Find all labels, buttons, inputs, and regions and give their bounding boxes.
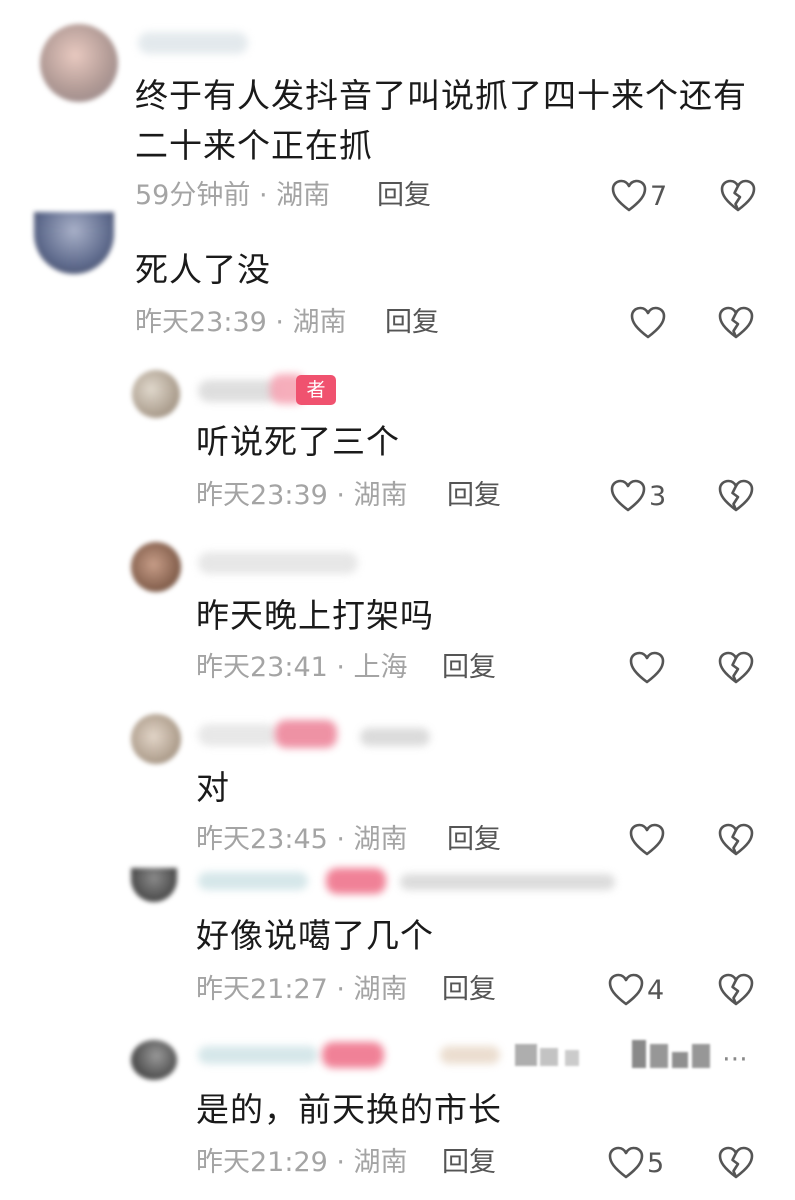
username[interactable] bbox=[198, 872, 308, 890]
pixelated-block bbox=[672, 1052, 688, 1068]
author-badge-blurred bbox=[322, 1042, 384, 1068]
dislike-button[interactable] bbox=[718, 306, 754, 344]
broken-heart-icon bbox=[720, 179, 756, 212]
username[interactable] bbox=[198, 1046, 318, 1064]
comment-text: 昨天晚上打架吗 bbox=[196, 596, 434, 635]
heart-outline-icon bbox=[610, 479, 646, 512]
avatar[interactable] bbox=[40, 24, 118, 102]
comment-meta: 昨天23:41 · 上海 bbox=[196, 652, 408, 683]
author-badge: 者 bbox=[296, 375, 336, 405]
reply-button[interactable]: 回复 bbox=[442, 648, 496, 688]
dislike-button[interactable] bbox=[718, 651, 754, 689]
heart-outline-icon bbox=[611, 179, 647, 212]
comment-meta: 昨天23:45 · 湖南 bbox=[196, 824, 408, 855]
dislike-button[interactable] bbox=[720, 179, 756, 217]
heart-outline-icon bbox=[608, 1146, 644, 1179]
pixelated-block bbox=[515, 1044, 537, 1066]
comment-meta: 昨天21:27 · 湖南 bbox=[196, 974, 408, 1005]
avatar[interactable] bbox=[132, 370, 180, 418]
comment-meta: 59分钟前 · 湖南 bbox=[135, 180, 331, 211]
avatar[interactable] bbox=[131, 1040, 177, 1080]
like-button[interactable]: 7 bbox=[611, 176, 667, 216]
like-button[interactable] bbox=[629, 648, 665, 688]
comment-text-line: 终于有人发抖音了叫说抓了四十来个还有 bbox=[135, 76, 747, 115]
broken-heart-icon bbox=[718, 306, 754, 339]
like-button[interactable]: 5 bbox=[608, 1143, 664, 1183]
reply-button[interactable]: 回复 bbox=[447, 820, 501, 860]
like-button[interactable]: 3 bbox=[610, 476, 666, 516]
pixelated-block bbox=[632, 1040, 646, 1068]
comment-text: 死人了没 bbox=[135, 250, 271, 289]
username[interactable] bbox=[198, 724, 278, 746]
pixelated-block bbox=[692, 1044, 710, 1068]
broken-heart-icon bbox=[718, 651, 754, 684]
more-icon[interactable]: ⋯ bbox=[722, 1044, 748, 1074]
pixelated-block bbox=[540, 1048, 558, 1066]
heart-outline-icon bbox=[608, 973, 644, 1006]
comment-text-line: 二十来个正在抓 bbox=[135, 126, 373, 165]
like-button[interactable] bbox=[629, 820, 665, 860]
broken-heart-icon bbox=[718, 479, 754, 512]
like-count: 7 bbox=[650, 180, 668, 212]
broken-heart-icon bbox=[718, 823, 754, 856]
reply-button[interactable]: 回复 bbox=[385, 303, 439, 343]
ip-label-blurred bbox=[440, 1046, 500, 1064]
broken-heart-icon bbox=[718, 1146, 754, 1179]
avatar[interactable] bbox=[131, 868, 177, 902]
comment-text: 对 bbox=[196, 768, 230, 807]
reply-button[interactable]: 回复 bbox=[442, 1143, 496, 1183]
comment-meta: 昨天21:29 · 湖南 bbox=[196, 1147, 408, 1178]
like-button[interactable] bbox=[630, 303, 666, 343]
reply-button[interactable]: 回复 bbox=[442, 970, 496, 1010]
pixelated-block bbox=[650, 1044, 668, 1068]
heart-outline-icon bbox=[629, 823, 665, 856]
dislike-button[interactable] bbox=[718, 973, 754, 1011]
comment-meta: 昨天23:39 · 湖南 bbox=[135, 307, 347, 338]
comment-text: 好像说噶了几个 bbox=[196, 916, 434, 955]
dislike-button[interactable] bbox=[718, 823, 754, 861]
reply-button[interactable]: 回复 bbox=[377, 176, 431, 216]
dislike-button[interactable] bbox=[718, 1146, 754, 1184]
username[interactable] bbox=[198, 380, 278, 402]
like-count: 5 bbox=[647, 1147, 665, 1179]
heart-outline-icon bbox=[630, 306, 666, 339]
username[interactable] bbox=[138, 32, 248, 54]
avatar[interactable] bbox=[131, 542, 181, 592]
reply-button[interactable]: 回复 bbox=[447, 476, 501, 516]
comment-text: 听说死了三个 bbox=[196, 422, 400, 461]
comment-text: 是的，前天换的市长 bbox=[196, 1090, 502, 1129]
heart-outline-icon bbox=[629, 651, 665, 684]
like-button[interactable]: 4 bbox=[608, 970, 664, 1010]
like-count: 4 bbox=[647, 974, 665, 1006]
like-count: 3 bbox=[649, 480, 667, 512]
pixelated-block bbox=[565, 1050, 579, 1066]
ip-label-blurred bbox=[360, 728, 430, 746]
avatar[interactable] bbox=[131, 714, 181, 764]
avatar[interactable] bbox=[34, 212, 114, 274]
author-badge-blurred bbox=[326, 868, 386, 894]
author-badge-blurred bbox=[275, 720, 337, 748]
broken-heart-icon bbox=[718, 973, 754, 1006]
dislike-button[interactable] bbox=[718, 479, 754, 517]
username[interactable] bbox=[198, 552, 358, 574]
ip-label-blurred bbox=[400, 874, 615, 890]
comment-meta: 昨天23:39 · 湖南 bbox=[196, 480, 408, 511]
